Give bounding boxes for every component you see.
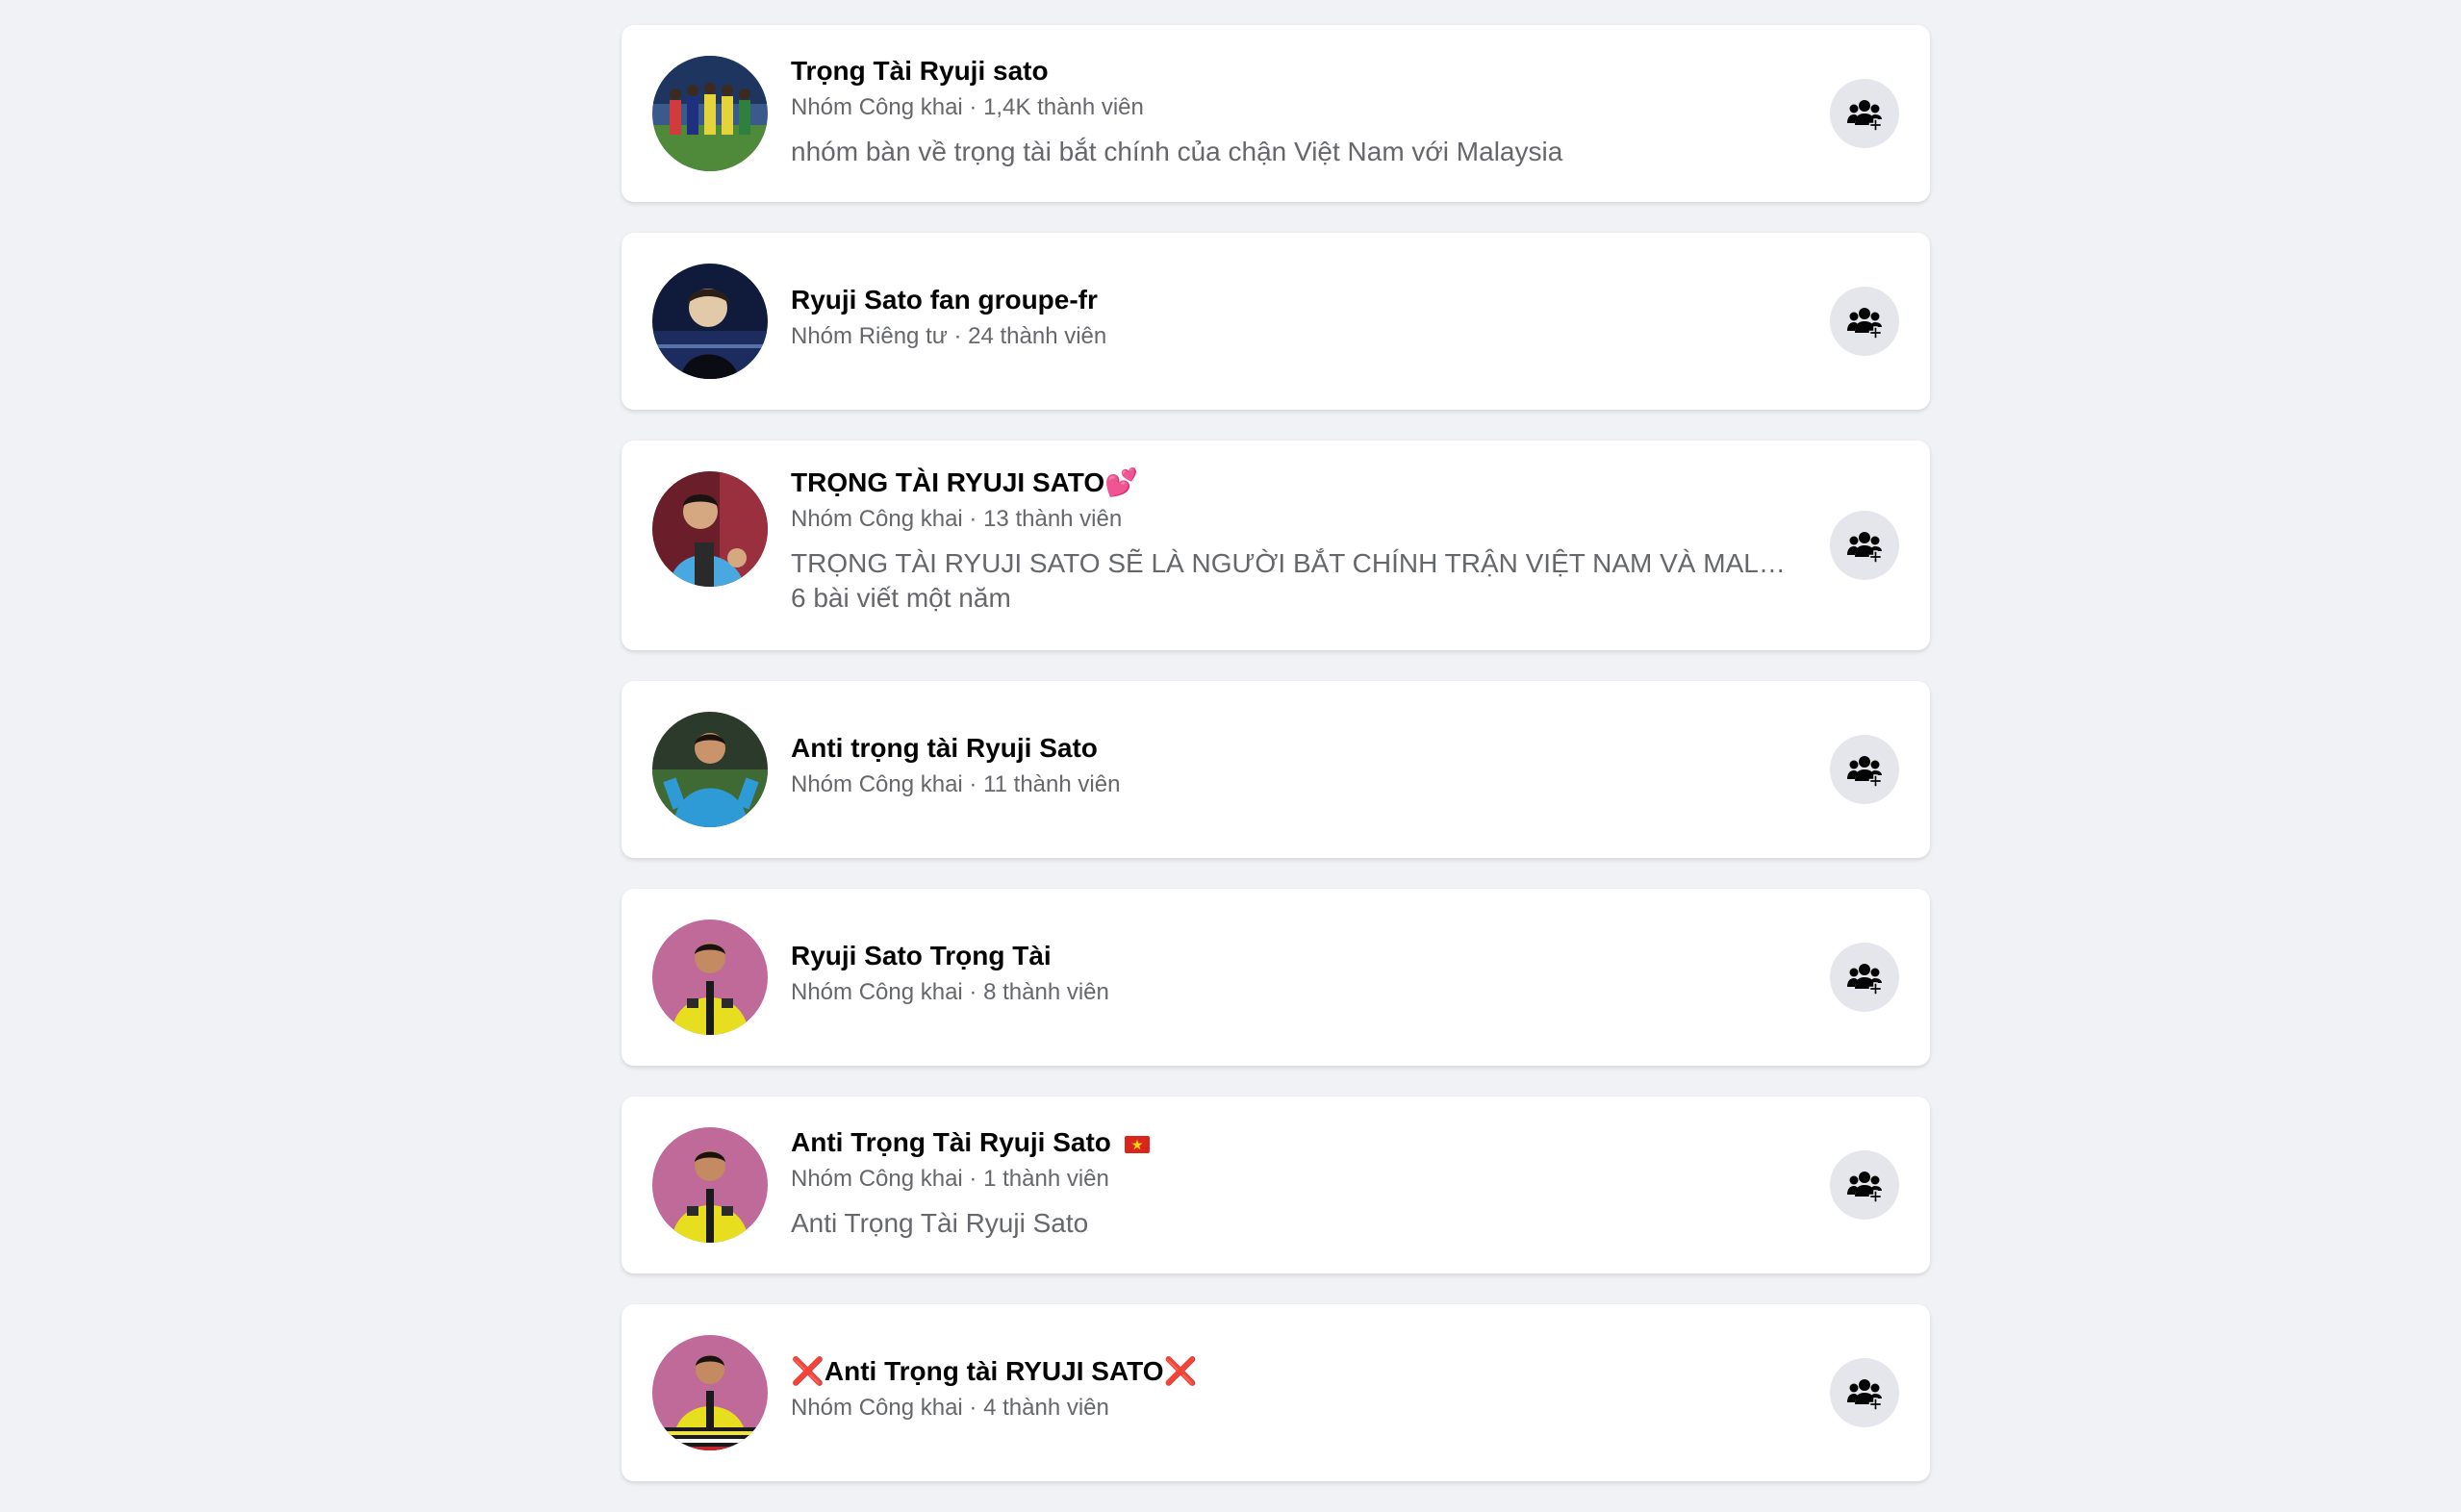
group-name[interactable]: ❌Anti Trọng tài RYUJI SATO❌ xyxy=(791,1354,1786,1389)
group-meta: Nhóm Công khai · 1 thành viên xyxy=(791,1166,1109,1192)
group-meta: Nhóm Công khai · 13 thành viên xyxy=(791,506,1123,532)
group-add-icon xyxy=(1847,308,1883,340)
group-result-card[interactable]: Ryuji Sato Trọng Tài Nhóm Công khai · 8 … xyxy=(622,889,1930,1066)
group-name[interactable]: Anti Trọng Tài Ryuji Sato xyxy=(791,1127,1111,1157)
group-result-card[interactable]: Anti Trọng Tài Ryuji Sato Nhóm Công khai… xyxy=(622,1096,1930,1273)
group-avatar[interactable] xyxy=(652,1127,768,1243)
group-add-icon xyxy=(1847,756,1883,788)
group-name[interactable]: TRỌNG TÀI RYUJI SATO💕 xyxy=(791,466,1786,500)
join-group-button[interactable] xyxy=(1830,79,1899,148)
group-avatar[interactable] xyxy=(652,471,768,587)
join-group-button[interactable] xyxy=(1830,1150,1899,1220)
join-group-button[interactable] xyxy=(1830,511,1899,580)
group-result-card[interactable]: Anti trọng tài Ryuji Sato Nhóm Công khai… xyxy=(622,681,1930,858)
group-activity: 6 bài viết một năm xyxy=(791,583,1011,613)
group-add-icon xyxy=(1847,532,1883,564)
group-meta: Nhóm Công khai · 4 thành viên xyxy=(791,1395,1109,1421)
group-description: nhóm bàn về trọng tài bắt chính của chận… xyxy=(791,137,1563,166)
group-name[interactable]: Ryuji Sato Trọng Tài xyxy=(791,939,1786,973)
group-meta: Nhóm Công khai · 8 thành viên xyxy=(791,979,1109,1005)
group-avatar[interactable] xyxy=(652,920,768,1035)
group-name-row[interactable]: Anti Trọng Tài Ryuji Sato xyxy=(791,1125,1786,1160)
group-meta: Nhóm Công khai · 1,4K thành viên xyxy=(791,94,1144,120)
group-meta: Nhóm Công khai · 11 thành viên xyxy=(791,771,1121,797)
group-info: Anti trọng tài Ryuji Sato Nhóm Công khai… xyxy=(791,731,1786,800)
group-info: Anti Trọng Tài Ryuji Sato Nhóm Công khai… xyxy=(791,1125,1786,1241)
group-name[interactable]: Ryuji Sato fan groupe-fr xyxy=(791,283,1786,317)
vietnam-flag-icon xyxy=(1124,1135,1150,1153)
group-avatar[interactable] xyxy=(652,1335,768,1450)
group-name[interactable]: Anti trọng tài Ryuji Sato xyxy=(791,731,1786,766)
group-result-card[interactable]: Trọng Tài Ryuji sato Nhóm Công khai · 1,… xyxy=(622,25,1930,202)
group-info: Trọng Tài Ryuji sato Nhóm Công khai · 1,… xyxy=(791,54,1786,169)
group-info: Ryuji Sato fan groupe-fr Nhóm Riêng tư ·… xyxy=(791,283,1786,352)
group-result-card[interactable]: ❌Anti Trọng tài RYUJI SATO❌ Nhóm Công kh… xyxy=(622,1304,1930,1481)
group-avatar[interactable] xyxy=(652,264,768,379)
group-name[interactable]: Trọng Tài Ryuji sato xyxy=(791,54,1786,88)
group-avatar[interactable] xyxy=(652,56,768,171)
group-search-results: Trọng Tài Ryuji sato Nhóm Công khai · 1,… xyxy=(622,25,1930,1512)
group-info: TRỌNG TÀI RYUJI SATO💕 Nhóm Công khai · 1… xyxy=(791,466,1786,616)
group-description: Anti Trọng Tài Ryuji Sato xyxy=(791,1208,1089,1238)
group-avatar[interactable] xyxy=(652,712,768,827)
group-result-card[interactable]: Ryuji Sato fan groupe-fr Nhóm Riêng tư ·… xyxy=(622,233,1930,410)
group-description: TRỌNG TÀI RYUJI SATO SẼ LÀ NGƯỜI BẮT CHÍ… xyxy=(791,548,1786,578)
group-add-icon xyxy=(1847,1379,1883,1411)
group-info: Ryuji Sato Trọng Tài Nhóm Công khai · 8 … xyxy=(791,939,1786,1008)
group-add-icon xyxy=(1847,964,1883,995)
group-meta: Nhóm Riêng tư · 24 thành viên xyxy=(791,323,1107,349)
group-add-icon xyxy=(1847,100,1883,132)
join-group-button[interactable] xyxy=(1830,943,1899,1012)
join-group-button[interactable] xyxy=(1830,735,1899,804)
group-result-card[interactable]: TRỌNG TÀI RYUJI SATO💕 Nhóm Công khai · 1… xyxy=(622,441,1930,650)
join-group-button[interactable] xyxy=(1830,1358,1899,1427)
group-info: ❌Anti Trọng tài RYUJI SATO❌ Nhóm Công kh… xyxy=(791,1354,1786,1424)
join-group-button[interactable] xyxy=(1830,287,1899,356)
group-add-icon xyxy=(1847,1172,1883,1203)
